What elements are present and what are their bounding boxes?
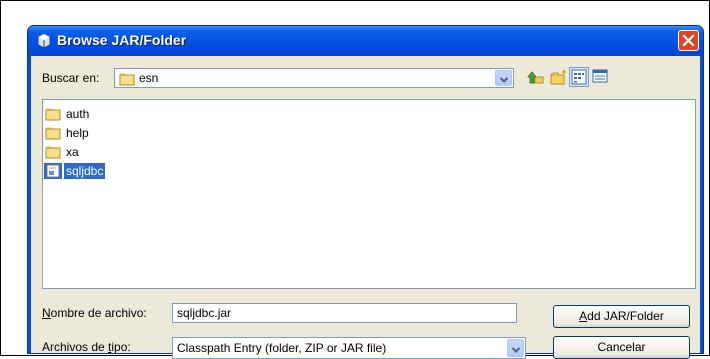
- details-view-button[interactable]: [591, 67, 611, 87]
- file-name: sqljdbc: [64, 163, 106, 179]
- dialog-title: Browse JAR/Folder: [57, 32, 187, 48]
- look-in-label: Buscar en:: [42, 71, 100, 85]
- chevron-down-icon: [500, 77, 508, 83]
- file-name: auth: [66, 107, 90, 121]
- chevron-down-icon: [512, 347, 520, 353]
- java-cup-icon: [37, 33, 51, 49]
- file-type-dropdown-button[interactable]: [507, 339, 524, 357]
- file-name: help: [66, 126, 89, 140]
- browse-jar-dialog: Browse JAR/Folder Buscar en: esn auth he…: [27, 25, 704, 359]
- file-list[interactable]: auth help xa sqljdbc: [42, 99, 696, 289]
- list-view-button[interactable]: [569, 67, 589, 87]
- list-item-auth[interactable]: auth: [45, 105, 91, 123]
- list-item-help[interactable]: help: [45, 124, 91, 142]
- close-icon: [682, 34, 695, 47]
- folder-icon: [45, 127, 61, 140]
- folder-icon: [119, 73, 135, 86]
- list-item-sqljdbc[interactable]: sqljdbc: [44, 162, 106, 180]
- file-name-label: Nombre de archivo:: [42, 306, 147, 320]
- look-in-dropdown-button[interactable]: [495, 70, 512, 86]
- file-type-value: Classpath Entry (folder, ZIP or JAR file…: [177, 341, 387, 355]
- list-view-icon: [571, 69, 587, 85]
- details-view-icon: [592, 69, 608, 83]
- close-button[interactable]: [678, 30, 699, 51]
- add-jar-folder-button[interactable]: Add JAR/Folder: [553, 305, 690, 328]
- file-name: xa: [66, 145, 79, 159]
- new-folder-icon: [550, 70, 566, 85]
- new-folder-button[interactable]: [549, 67, 569, 87]
- dialog-body: Buscar en: esn auth help xa sqljdbc Nomb…: [31, 56, 700, 359]
- list-item-xa[interactable]: xa: [45, 143, 81, 161]
- up-folder-button[interactable]: [526, 67, 546, 87]
- up-folder-icon: [527, 71, 544, 84]
- jar-file-icon: [44, 163, 62, 179]
- file-type-label: Archivos de tipo:: [42, 340, 131, 354]
- look-in-combo[interactable]: esn: [114, 68, 514, 88]
- title-bar[interactable]: Browse JAR/Folder: [28, 26, 703, 56]
- folder-icon: [45, 146, 61, 159]
- folder-icon: [45, 108, 61, 121]
- file-name-input[interactable]: sqljdbc.jar: [172, 303, 517, 323]
- file-name-value: sqljdbc.jar: [177, 306, 232, 320]
- look-in-value: esn: [139, 71, 159, 85]
